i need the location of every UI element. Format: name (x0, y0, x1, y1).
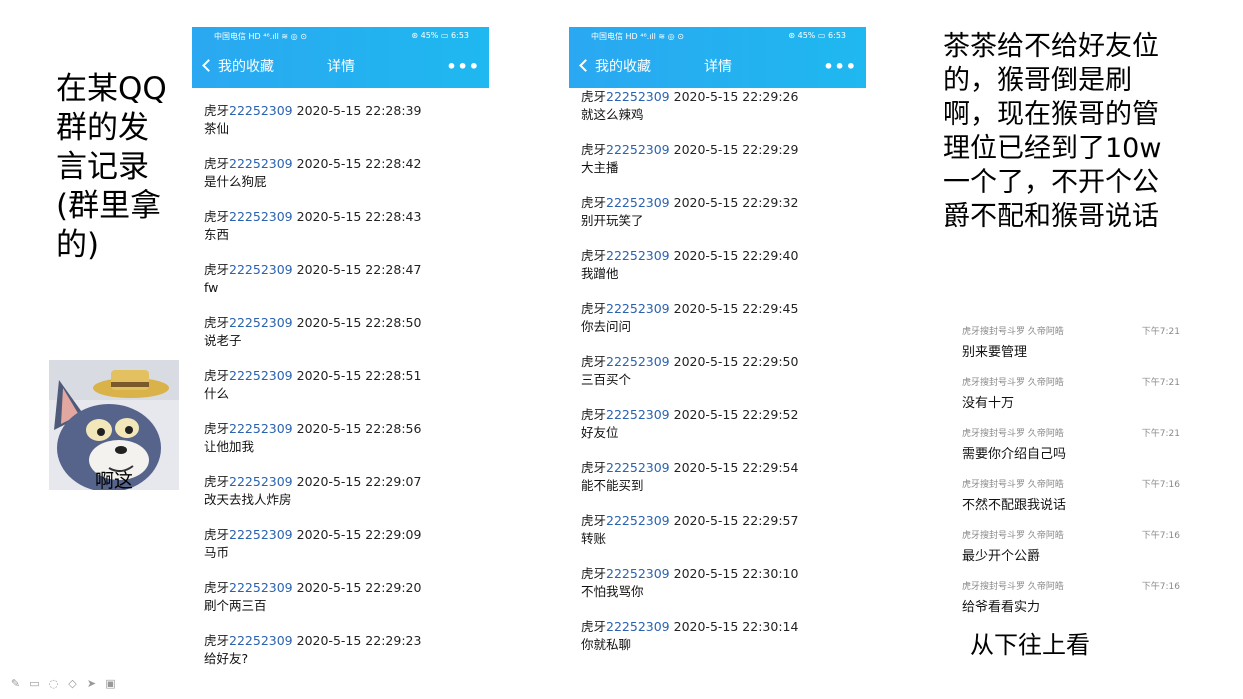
app-header: 中国电信 HD ⁴⁶.ıll ≋ ◎ ⊙ ⊛ 45% ▭ 6:53 我的收藏 详… (569, 27, 866, 88)
chat-log: 虎牙搜封号斗罗 久帝阿皓 下午7:21 别来要管理 虎牙搜封号斗罗 久帝阿皓 下午7:… (962, 320, 1180, 626)
tom-cat-meme-image: 啊这 (49, 360, 179, 490)
chevron-left-icon (202, 59, 215, 72)
message-item: 虎牙22252309 2020-5-15 22:28:51 什么 (204, 368, 422, 401)
bottom-caption: 从下往上看 (970, 631, 1090, 659)
message-item: 虎牙22252309 2020-5-15 22:28:50 说老子 (204, 315, 422, 348)
app-header: 中国电信 HD ⁴⁶.ıll ≋ ◎ ⊙ ⊛ 45% ▭ 6:53 我的收藏 详… (192, 27, 489, 88)
right-caption: 茶茶给不给好友位的，猴哥倒是刷啊，现在猴哥的管理位已经到了10w一个了，不开个公… (943, 31, 1162, 232)
screen-icon[interactable]: ▣ (103, 677, 118, 691)
more-icon[interactable]: ••• (446, 58, 480, 76)
pen-icon[interactable]: ✎ (8, 677, 23, 691)
left-caption: 在某QQ群的发言记录(群里拿的) (56, 71, 167, 263)
annotation-toolbar: ✎ ▭ ◌ ◇ ➤ ▣ (8, 677, 118, 693)
message-item: 虎牙22252309 2020-5-15 22:29:40 我蹭他 (581, 248, 799, 281)
message-item: 虎牙22252309 2020-5-15 22:29:54 能不能买到 (581, 460, 799, 493)
message-item: 虎牙22252309 2020-5-15 22:29:50 三百买个 (581, 354, 799, 387)
message-item: 虎牙22252309 2020-5-15 22:28:43 东西 (204, 209, 422, 242)
eraser-icon[interactable]: ◇ (65, 677, 80, 691)
message-item: 虎牙22252309 2020-5-15 22:30:10 不怕我骂你 (581, 566, 799, 599)
message-item: 虎牙22252309 2020-5-15 22:29:23 给好友? (204, 633, 422, 666)
message-item: 虎牙22252309 2020-5-15 22:29:29 大主播 (581, 142, 799, 175)
message-item: 虎牙22252309 2020-5-15 22:29:07 改天去找人炸房 (204, 474, 422, 507)
pointer-icon[interactable]: ➤ (84, 677, 99, 691)
status-bar: 中国电信 HD ⁴⁶.ıll ≋ ◎ ⊙ ⊛ 45% ▭ 6:53 (569, 31, 866, 45)
chat-row: 虎牙搜封号斗罗 久帝阿皓 下午7:16 最少开个公爵 (962, 531, 1180, 564)
back-label: 我的收藏 (595, 59, 651, 75)
square-icon[interactable]: ▭ (27, 677, 42, 691)
message-item: 虎牙22252309 2020-5-15 22:29:52 好友位 (581, 407, 799, 440)
chat-row: 虎牙搜封号斗罗 久帝阿皓 下午7:16 给爷看看实力 (962, 582, 1180, 615)
page-title: 详情 (327, 59, 355, 75)
message-item: 虎牙22252309 2020-5-15 22:29:57 转账 (581, 513, 799, 546)
message-item: 虎牙22252309 2020-5-15 22:30:14 你就私聊 (581, 619, 799, 652)
message-item: 虎牙22252309 2020-5-15 22:29:32 别开玩笑了 (581, 195, 799, 228)
status-carrier: 中国电信 HD ⁴⁶.ıll ≋ ◎ ⊙ (591, 32, 684, 41)
message-item: 虎牙22252309 2020-5-15 22:28:42 是什么狗屁 (204, 156, 422, 189)
status-battery-time: ⊛ 45% ▭ 6:53 (788, 31, 846, 40)
phone-screenshot-1: 中国电信 HD ⁴⁶.ıll ≋ ◎ ⊙ ⊛ 45% ▭ 6:53 我的收藏 详… (192, 27, 489, 670)
back-label: 我的收藏 (218, 59, 274, 75)
nav-bar: 我的收藏 详情 ••• (192, 55, 489, 79)
meme-caption: 啊这 (94, 470, 133, 490)
message-item: 虎牙22252309 2020-5-15 22:28:56 让他加我 (204, 421, 422, 454)
message-list: 虎牙22252309 2020-5-15 22:28:39 茶仙 虎牙222523… (204, 102, 484, 670)
chat-row: 虎牙搜封号斗罗 久帝阿皓 下午7:21 需要你介绍自己吗 (962, 429, 1180, 462)
message-item: 虎牙22252309 2020-5-15 22:28:39 茶仙 (204, 103, 422, 136)
page-title: 详情 (704, 59, 732, 75)
chat-row: 虎牙搜封号斗罗 久帝阿皓 下午7:21 没有十万 (962, 378, 1180, 411)
message-item: 虎牙22252309 2020-5-15 22:29:45 你去问问 (581, 301, 799, 334)
status-carrier: 中国电信 HD ⁴⁶.ıll ≋ ◎ ⊙ (214, 32, 307, 41)
nav-bar: 我的收藏 详情 ••• (569, 55, 866, 79)
back-button[interactable]: 我的收藏 (579, 55, 651, 79)
status-bar: 中国电信 HD ⁴⁶.ıll ≋ ◎ ⊙ ⊛ 45% ▭ 6:53 (192, 31, 489, 45)
chat-row: 虎牙搜封号斗罗 久帝阿皓 下午7:16 不然不配跟我说话 (962, 480, 1180, 513)
chevron-left-icon (579, 59, 592, 72)
message-item: 虎牙22252309 2020-5-15 22:28:47 fw (204, 262, 422, 295)
lasso-icon[interactable]: ◌ (46, 677, 61, 691)
message-list: 虎牙22252309 2020-5-15 22:29:26 就这么辣鸡 虎牙222… (581, 88, 861, 670)
phone-screenshot-2: 中国电信 HD ⁴⁶.ıll ≋ ◎ ⊙ ⊛ 45% ▭ 6:53 我的收藏 详… (569, 27, 866, 670)
more-icon[interactable]: ••• (823, 58, 857, 76)
chat-row: 虎牙搜封号斗罗 久帝阿皓 下午7:21 别来要管理 (962, 327, 1180, 360)
message-item: 虎牙22252309 2020-5-15 22:29:26 就这么辣鸡 (581, 89, 799, 122)
message-item: 虎牙22252309 2020-5-15 22:29:20 刷个两三百 (204, 580, 422, 613)
back-button[interactable]: 我的收藏 (202, 55, 274, 79)
status-battery-time: ⊛ 45% ▭ 6:53 (411, 31, 469, 40)
message-item: 虎牙22252309 2020-5-15 22:29:09 马币 (204, 527, 422, 560)
